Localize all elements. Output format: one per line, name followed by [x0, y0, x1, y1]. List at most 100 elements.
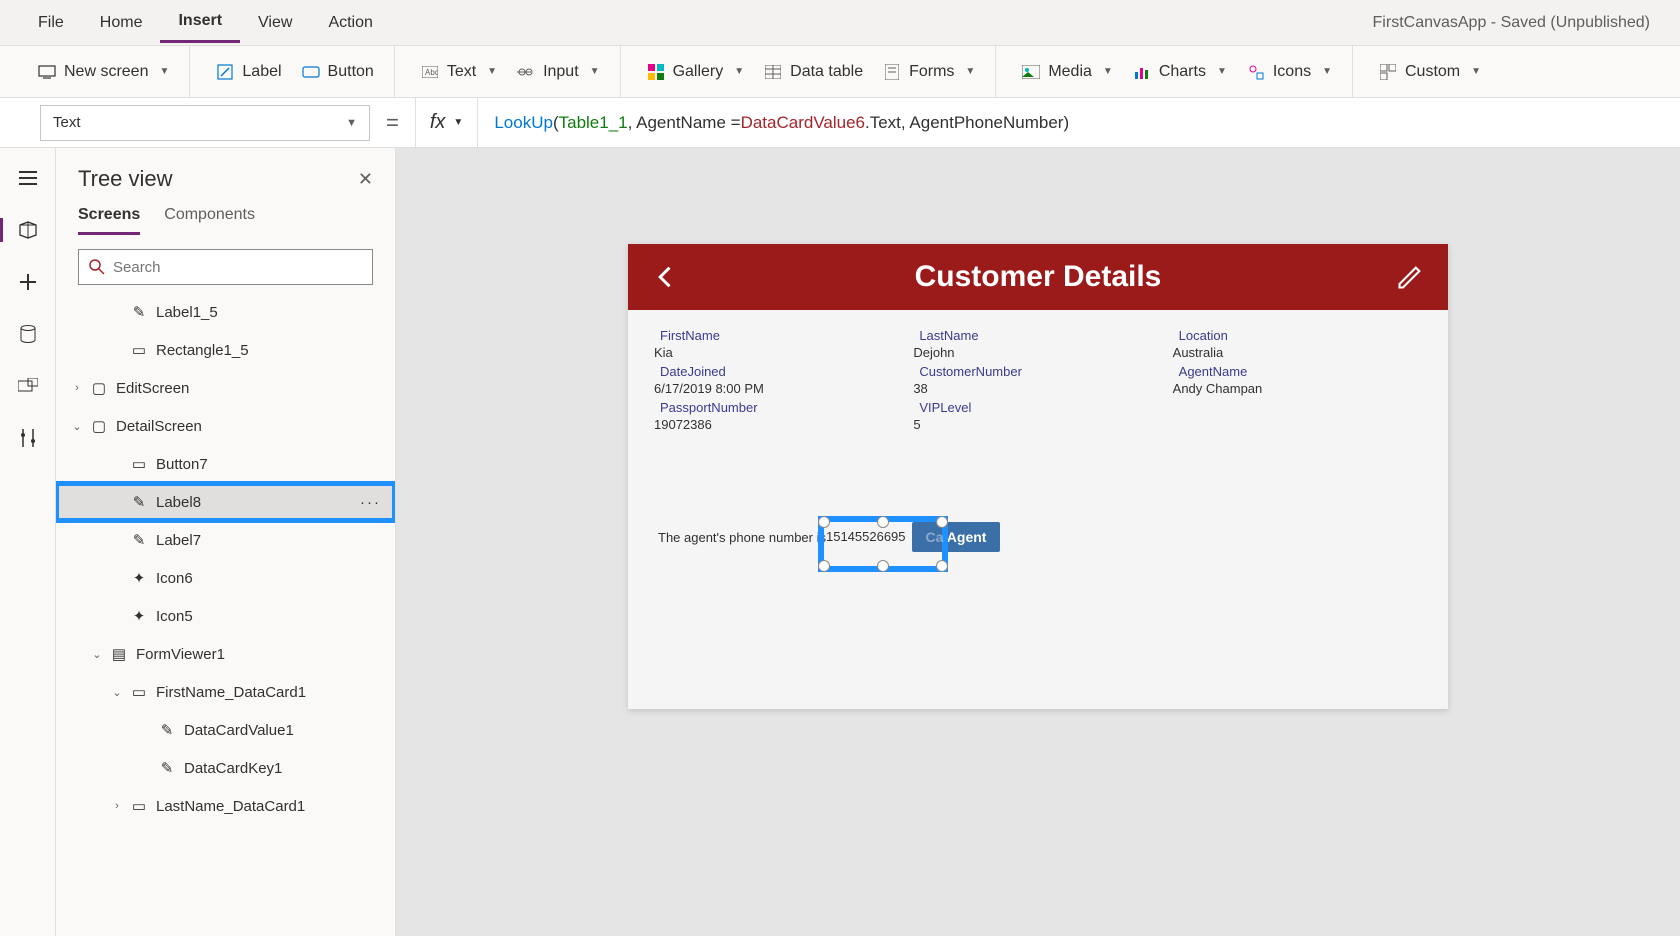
field-passport: PassportNumber 19072386 [654, 400, 903, 432]
field-value: Australia [1173, 345, 1422, 360]
close-icon[interactable]: ✕ [358, 169, 373, 190]
tree-node-icon5[interactable]: ✦Icon5 [56, 597, 395, 635]
tree-node-button7[interactable]: ▭Button7 [56, 445, 395, 483]
media-dropdown[interactable]: Media ▼ [1012, 57, 1122, 87]
data-icon[interactable] [16, 322, 40, 346]
field-location: LocationAustralia [1173, 328, 1422, 360]
icons-icon [1247, 63, 1265, 81]
pencil-icon[interactable] [1396, 263, 1424, 291]
hamburger-icon[interactable] [16, 166, 40, 190]
chevron-right-icon: › [110, 800, 124, 812]
more-icon[interactable]: ··· [360, 494, 381, 511]
icon-icon: ✦ [130, 607, 148, 625]
resize-handle[interactable] [818, 516, 830, 528]
tree-scroll[interactable]: ✎Label1_5 ▭Rectangle1_5 ›▢EditScreen ⌄▢D… [56, 293, 395, 936]
fx-button[interactable]: fx ▼ [415, 98, 478, 147]
formula-input[interactable]: LookUp(Table1_1, AgentName = DataCardVal… [478, 98, 1680, 147]
icon-icon: ✦ [130, 569, 148, 587]
tree-node-editscreen[interactable]: ›▢EditScreen [56, 369, 395, 407]
chevron-down-icon: ▼ [734, 66, 744, 77]
tree-node-label7[interactable]: ✎Label7 [56, 521, 395, 559]
rectangle-icon: ▭ [130, 341, 148, 359]
search-box[interactable] [78, 249, 373, 285]
chevron-down-icon: ▼ [346, 117, 357, 129]
input-dropdown[interactable]: Input ▼ [507, 57, 610, 87]
chevron-right-icon: › [70, 382, 84, 394]
tree-node-label: FormViewer1 [136, 646, 225, 663]
back-icon[interactable] [652, 263, 680, 291]
tree-node-lastname-datacard[interactable]: ›▭LastName_DataCard1 [56, 787, 395, 825]
app-screen-preview[interactable]: Customer Details FirstNameKia LastNameDe… [628, 244, 1448, 709]
search-input[interactable] [113, 259, 362, 276]
tree-node-label: DataCardKey1 [184, 760, 282, 777]
chevron-down-icon: ▼ [1471, 66, 1481, 77]
tree-node-rectangle1-5[interactable]: ▭Rectangle1_5 [56, 331, 395, 369]
form-viewer: FirstNameKia LastNameDejohn LocationAust… [628, 310, 1448, 450]
canvas-area[interactable]: Customer Details FirstNameKia LastNameDe… [396, 148, 1680, 936]
field-lastname: LastNameDejohn [913, 328, 1162, 360]
tree-node-label1-5[interactable]: ✎Label1_5 [56, 293, 395, 331]
chart-icon [1133, 63, 1151, 81]
equals-sign: = [386, 110, 399, 136]
formula-bar: Text ▼ = fx ▼ LookUp(Table1_1, AgentName… [0, 98, 1680, 148]
chevron-down-icon: ▼ [590, 66, 600, 77]
datatable-button[interactable]: Data table [754, 57, 873, 87]
label8-control[interactable]: 15145526695 [826, 528, 906, 546]
search-icon [89, 259, 105, 275]
menu-home[interactable]: Home [82, 4, 161, 42]
button-button[interactable]: Button [292, 57, 384, 87]
agent-phone-prefix: The agent's phone number is [658, 530, 826, 545]
chevron-down-icon: ▼ [487, 66, 497, 77]
add-icon[interactable] [16, 270, 40, 294]
menu-file[interactable]: File [20, 4, 82, 42]
field-value: 19072386 [654, 417, 903, 432]
tree-node-icon6[interactable]: ✦ Icon6 [56, 559, 395, 597]
charts-dropdown[interactable]: Charts ▼ [1123, 57, 1237, 87]
tab-components[interactable]: Components [164, 206, 255, 235]
screen-icon: ▢ [90, 417, 108, 435]
chevron-down-icon: ▼ [159, 66, 169, 77]
tree-node-formviewer1[interactable]: ⌄▤FormViewer1 [56, 635, 395, 673]
icons-dropdown[interactable]: Icons ▼ [1237, 57, 1342, 87]
menu-view[interactable]: View [240, 4, 310, 42]
resize-handle[interactable] [818, 560, 830, 572]
property-selector[interactable]: Text ▼ [40, 105, 370, 141]
field-label: DateJoined [654, 364, 903, 379]
field-label: LastName [913, 328, 1162, 343]
media-panel-icon[interactable] [16, 374, 40, 398]
tree-node-detailscreen[interactable]: ⌄▢DetailScreen [56, 407, 395, 445]
menu-insert[interactable]: Insert [160, 2, 240, 43]
forms-dropdown[interactable]: Forms ▼ [873, 57, 985, 87]
menu-action[interactable]: Action [310, 4, 390, 42]
gallery-dropdown[interactable]: Gallery ▼ [637, 57, 755, 87]
advanced-tools-icon[interactable] [16, 426, 40, 450]
call-agent-button[interactable]: Ca Agent [912, 522, 1001, 552]
label-button[interactable]: Label [206, 57, 291, 87]
tree-view-icon[interactable] [16, 218, 40, 242]
text-dropdown[interactable]: Abc Text ▼ [411, 57, 507, 87]
tree-node-datacardkey1[interactable]: ✎DataCardKey1 [56, 749, 395, 787]
datacard-icon: ▭ [130, 683, 148, 701]
field-label: PassportNumber [654, 400, 903, 415]
forms-icon [883, 63, 901, 81]
formula-token: , AgentName = [628, 113, 741, 133]
form-icon: ▤ [110, 645, 128, 663]
input-label: Input [543, 63, 579, 81]
button-icon: ▭ [130, 455, 148, 473]
tree-node-label: Icon6 [156, 570, 193, 587]
label-icon: ✎ [130, 493, 148, 511]
field-value: 5 [913, 417, 1162, 432]
resize-handle[interactable] [877, 516, 889, 528]
resize-handle[interactable] [877, 560, 889, 572]
tree-node-label: Label8 [156, 494, 201, 511]
tree-node-firstname-datacard[interactable]: ⌄▭FirstName_DataCard1 [56, 673, 395, 711]
tab-screens[interactable]: Screens [78, 206, 140, 235]
new-screen-button[interactable]: New screen ▼ [28, 57, 179, 87]
tree-node-datacardvalue1[interactable]: ✎DataCardValue1 [56, 711, 395, 749]
custom-dropdown[interactable]: Custom ▼ [1369, 57, 1491, 87]
tree-node-label8[interactable]: ✎ Label8 ··· [56, 483, 395, 521]
resize-handle[interactable] [936, 560, 948, 572]
screen-icon [38, 63, 56, 81]
agent-phone-value: 15145526695 [826, 529, 906, 544]
call-label: Agent [947, 529, 987, 545]
